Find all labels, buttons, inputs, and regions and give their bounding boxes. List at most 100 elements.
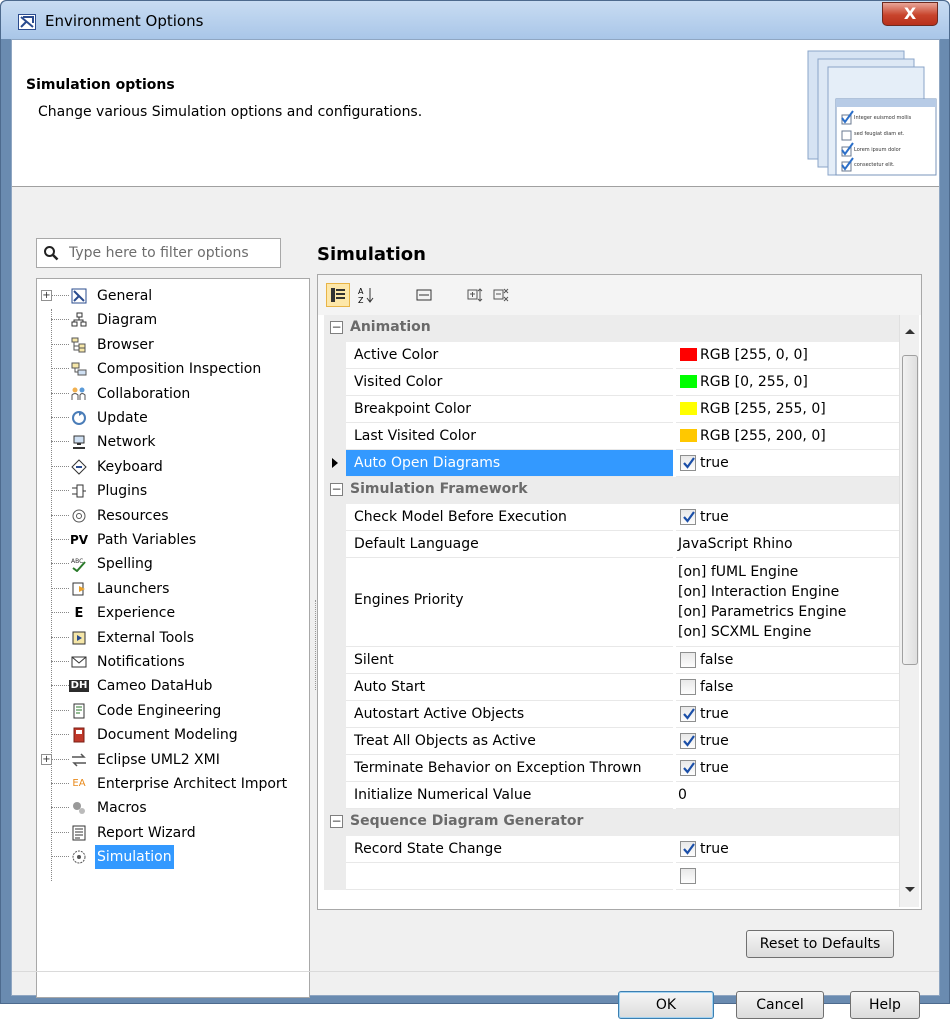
property-row-visited-color[interactable]: Visited Color RGB [0, 255, 0] bbox=[324, 369, 899, 396]
checkbox[interactable] bbox=[680, 733, 696, 749]
color-swatch bbox=[680, 348, 697, 361]
property-row-breakpoint-color[interactable]: Breakpoint Color RGB [255, 255, 0] bbox=[324, 396, 899, 423]
ok-button[interactable]: OK bbox=[618, 991, 714, 1019]
tree-item-resources[interactable]: Resources bbox=[37, 504, 307, 528]
tree-item-keyboard[interactable]: Keyboard bbox=[37, 455, 307, 479]
tree-item-document-modeling[interactable]: Document Modeling bbox=[37, 723, 307, 747]
reset-to-defaults-button[interactable]: Reset to Defaults bbox=[746, 930, 894, 958]
tree-connector bbox=[51, 612, 69, 614]
property-value-cell[interactable]: [on] fUML Engine [on] Interaction Engine… bbox=[676, 558, 899, 647]
checkbox[interactable] bbox=[680, 706, 696, 722]
plugins-icon bbox=[70, 482, 88, 500]
title-bar[interactable]: Environment Options X bbox=[1, 1, 949, 39]
tree-item-update[interactable]: Update bbox=[37, 406, 307, 430]
datahub-icon: DH bbox=[68, 677, 90, 695]
collapse-icon[interactable]: − bbox=[330, 815, 343, 828]
path-variables-icon: PV bbox=[70, 531, 88, 549]
property-row-default-language[interactable]: Default Language JavaScript Rhino bbox=[324, 531, 899, 558]
tree-item-cameo-datahub[interactable]: DH Cameo DataHub bbox=[37, 674, 307, 698]
tree-item-macros[interactable]: Macros bbox=[37, 796, 307, 820]
tree-item-spelling[interactable]: ABC Spelling bbox=[37, 552, 307, 576]
group-sequence-diagram-generator[interactable]: − Sequence Diagram Generator bbox=[324, 809, 899, 836]
checkbox[interactable] bbox=[680, 841, 696, 857]
categorized-view-button[interactable] bbox=[326, 283, 350, 307]
help-button[interactable]: Help bbox=[850, 991, 920, 1019]
close-button[interactable]: X bbox=[882, 2, 938, 26]
tree-item-network[interactable]: Network bbox=[37, 430, 307, 454]
property-name: Initialize Numerical Value bbox=[354, 787, 532, 803]
property-value: RGB [255, 0, 0] bbox=[700, 347, 808, 363]
scroll-up-arrow-icon[interactable] bbox=[905, 329, 915, 334]
property-row-check-model[interactable]: Check Model Before Execution true bbox=[324, 504, 899, 531]
property-value-cell[interactable]: JavaScript Rhino bbox=[676, 531, 899, 558]
property-row-silent[interactable]: Silent false bbox=[324, 647, 899, 674]
collapse-all-button[interactable] bbox=[490, 283, 514, 307]
row-gutter bbox=[324, 423, 346, 450]
checkbox[interactable] bbox=[680, 652, 696, 668]
tree-item-browser[interactable]: Browser bbox=[37, 333, 307, 357]
property-value: false bbox=[700, 652, 734, 668]
tree-item-composition-inspection[interactable]: Composition Inspection bbox=[37, 357, 307, 381]
tree-item-label: Notifications bbox=[97, 654, 185, 670]
tree-item-collaboration[interactable]: Collaboration bbox=[37, 382, 307, 406]
sort-alphabetical-button[interactable]: AZ bbox=[354, 283, 378, 307]
checkbox[interactable] bbox=[680, 509, 696, 525]
tree-item-notifications[interactable]: Notifications bbox=[37, 650, 307, 674]
tree-item-simulation[interactable]: Simulation bbox=[37, 845, 307, 870]
property-row-treat-all-active[interactable]: Treat All Objects as Active true bbox=[324, 728, 899, 755]
property-row-autostart-active-objects[interactable]: Autostart Active Objects true bbox=[324, 701, 899, 728]
cancel-button[interactable]: Cancel bbox=[736, 991, 824, 1019]
property-row-auto-start[interactable]: Auto Start false bbox=[324, 674, 899, 701]
property-row-active-color[interactable]: Active Color RGB [255, 0, 0] bbox=[324, 342, 899, 369]
property-value-cell[interactable]: RGB [255, 0, 0] bbox=[676, 342, 899, 369]
tree-item-enterprise-architect-import[interactable]: EA Enterprise Architect Import bbox=[37, 772, 307, 796]
tree-item-code-engineering[interactable]: Code Engineering bbox=[37, 699, 307, 723]
filter-box bbox=[36, 238, 281, 268]
property-value-cell[interactable]: RGB [255, 255, 0] bbox=[676, 396, 899, 423]
tree-item-eclipse-uml2-xmi[interactable]: + Eclipse UML2 XMI bbox=[37, 748, 307, 772]
property-row-engines-priority[interactable]: Engines Priority [on] fUML Engine [on] I… bbox=[324, 558, 899, 647]
tree-item-label: External Tools bbox=[97, 629, 195, 646]
tree-item-diagram[interactable]: Diagram bbox=[37, 308, 307, 332]
collapse-icon[interactable]: − bbox=[330, 483, 343, 496]
filter-input[interactable] bbox=[67, 242, 277, 264]
expand-icon[interactable]: + bbox=[41, 753, 52, 765]
checkbox[interactable] bbox=[680, 679, 696, 695]
tree-item-plugins[interactable]: Plugins bbox=[37, 479, 307, 503]
property-value-cell[interactable]: RGB [0, 255, 0] bbox=[676, 369, 899, 396]
row-gutter bbox=[324, 531, 346, 558]
tree-item-launchers[interactable]: Launchers bbox=[37, 577, 307, 601]
checkbox[interactable] bbox=[680, 455, 696, 471]
general-icon bbox=[70, 287, 88, 305]
tree-item-path-variables[interactable]: PV Path Variables bbox=[37, 528, 307, 552]
expand-all-button[interactable] bbox=[464, 283, 488, 307]
property-value-cell[interactable]: 0 bbox=[676, 782, 899, 809]
group-animation[interactable]: − Animation bbox=[324, 315, 899, 342]
scrollbar-thumb[interactable] bbox=[902, 355, 918, 665]
checkbox[interactable] bbox=[680, 868, 696, 884]
property-row-record-state-change[interactable]: Record State Change true bbox=[324, 836, 899, 863]
tree-item-external-tools[interactable]: External Tools bbox=[37, 626, 307, 650]
property-name-cell: Breakpoint Color bbox=[346, 396, 673, 423]
tree-item-label: Eclipse UML2 XMI bbox=[97, 751, 220, 768]
vertical-scrollbar[interactable] bbox=[899, 315, 919, 907]
property-row-auto-open-diagrams[interactable]: Auto Open Diagrams true bbox=[324, 450, 899, 477]
group-simulation-framework[interactable]: − Simulation Framework bbox=[324, 477, 899, 504]
property-value-cell[interactable]: RGB [255, 200, 0] bbox=[676, 423, 899, 450]
expand-icon[interactable]: + bbox=[41, 290, 52, 301]
scroll-down-arrow-icon[interactable] bbox=[905, 887, 915, 892]
tree-item-general[interactable]: + General bbox=[37, 284, 307, 308]
property-row-terminate-behavior[interactable]: Terminate Behavior on Exception Thrown t… bbox=[324, 755, 899, 782]
tree-item-report-wizard[interactable]: Report Wizard bbox=[37, 821, 307, 845]
checkbox[interactable] bbox=[680, 760, 696, 776]
options-tree[interactable]: + General Diagram Browser Composition Inspec… bbox=[36, 278, 310, 998]
tree-item-experience[interactable]: E Experience bbox=[37, 601, 307, 625]
collapse-icon[interactable]: − bbox=[330, 321, 343, 334]
property-name: Silent bbox=[354, 652, 394, 668]
property-name-cell: Autostart Active Objects bbox=[346, 701, 673, 728]
tree-connector bbox=[51, 319, 69, 321]
description-toggle-button[interactable] bbox=[412, 283, 436, 307]
property-row-last-visited-color[interactable]: Last Visited Color RGB [255, 200, 0] bbox=[324, 423, 899, 450]
property-row-initialize-numerical[interactable]: Initialize Numerical Value 0 bbox=[324, 782, 899, 809]
eclipse-icon bbox=[70, 751, 88, 769]
